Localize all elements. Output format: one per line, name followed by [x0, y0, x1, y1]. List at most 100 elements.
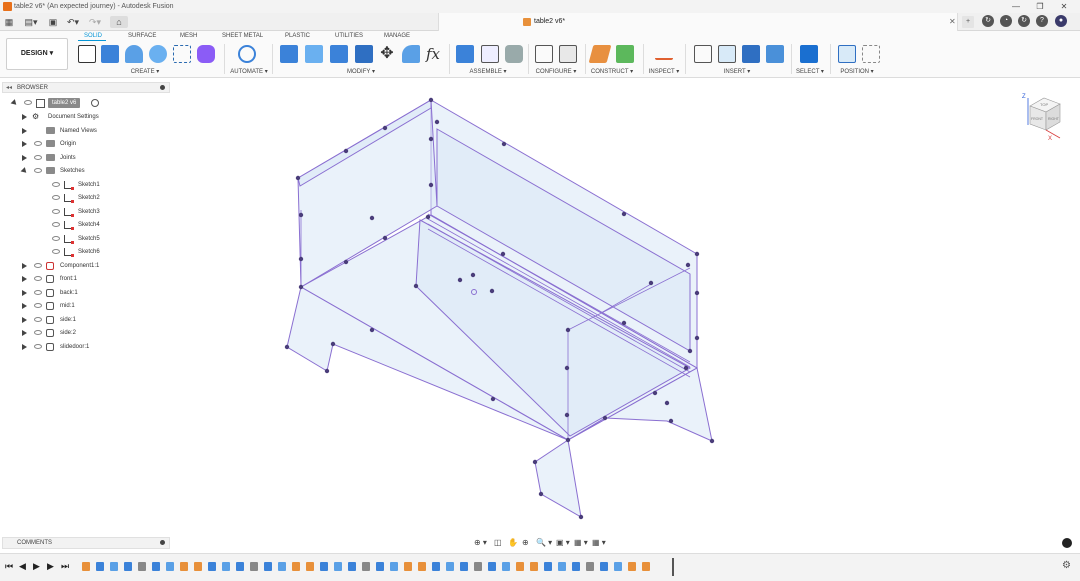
model-canvas[interactable] [0, 0, 1080, 581]
timeline-feature-icon[interactable] [544, 562, 552, 571]
timeline: ⏮ ◀ ▶ ▶ ⏭ ⚙ [0, 553, 1080, 581]
timeline-feature-icon[interactable] [460, 562, 468, 571]
chat-icon[interactable] [1062, 538, 1072, 548]
timeline-feature-icon[interactable] [138, 562, 146, 571]
timeline-feature-icon[interactable] [208, 562, 216, 571]
timeline-feature-icon[interactable] [292, 562, 300, 571]
vertex-point [565, 327, 571, 333]
vertex-point [425, 214, 431, 220]
vertex-point [621, 211, 627, 217]
vertex-point [694, 251, 700, 257]
vertex-point [664, 400, 670, 406]
comments-pin-icon[interactable] [160, 540, 165, 545]
timeline-feature-icon[interactable] [572, 562, 580, 571]
view-cube-front-label: FRONT [1031, 117, 1044, 121]
vertex-point [428, 136, 434, 142]
timeline-marker[interactable] [672, 558, 674, 576]
timeline-feature-icon[interactable] [642, 562, 650, 571]
table-model[interactable] [286, 99, 713, 518]
vertex-point [709, 438, 715, 444]
timeline-feature-icon[interactable] [390, 562, 398, 571]
x-axis-label: X [1048, 136, 1052, 140]
vertex-point [501, 141, 507, 147]
vertex-point [564, 412, 570, 418]
timeline-feature-icon[interactable] [446, 562, 454, 571]
timeline-feature-icon[interactable] [306, 562, 314, 571]
timeline-feature-icon[interactable] [502, 562, 510, 571]
timeline-feature-icon[interactable] [264, 562, 272, 571]
vertex-point [343, 148, 349, 154]
timeline-first-icon[interactable]: ⏮ [5, 561, 13, 572]
timeline-feature-icon[interactable] [362, 562, 370, 571]
viewports-icon[interactable]: ▦ ▾ [592, 537, 606, 549]
look-at-icon[interactable]: ◫ [494, 537, 502, 549]
view-cube[interactable]: TOP FRONT RIGHT Z X [1020, 92, 1068, 140]
timeline-feature-icon[interactable] [418, 562, 426, 571]
timeline-play-icon[interactable]: ▶ [33, 561, 40, 572]
timeline-feature-icon[interactable] [558, 562, 566, 571]
vertex-point [489, 288, 495, 294]
vertex-point [602, 415, 608, 421]
timeline-feature-icon[interactable] [320, 562, 328, 571]
timeline-feature-icon[interactable] [82, 562, 90, 571]
timeline-feature-icon[interactable] [110, 562, 118, 571]
timeline-feature-icon[interactable] [376, 562, 384, 571]
timeline-feature-icon[interactable] [152, 562, 160, 571]
vertex-point [538, 491, 544, 497]
z-axis-label: Z [1022, 94, 1026, 100]
timeline-settings-icon[interactable]: ⚙ [1062, 560, 1071, 571]
vertex-point [382, 125, 388, 131]
display-settings-icon[interactable]: ▣ ▾ [556, 537, 570, 549]
timeline-feature-icon[interactable] [530, 562, 538, 571]
timeline-feature-icon[interactable] [404, 562, 412, 571]
timeline-feature-icon[interactable] [348, 562, 356, 571]
timeline-feature-icon[interactable] [614, 562, 622, 571]
vertex-point [652, 390, 658, 396]
timeline-feature-icon[interactable] [166, 562, 174, 571]
navigation-bar: ⊕ ▾ ◫ ✋ ⊕ 🔍 ▾ ▣ ▾ ▦ ▾ ▦ ▾ [474, 537, 606, 549]
timeline-previous-icon[interactable]: ◀ [19, 561, 26, 572]
vertex-point [490, 396, 496, 402]
vertex-point [694, 290, 700, 296]
timeline-feature-icon[interactable] [96, 562, 104, 571]
timeline-feature-icon[interactable] [124, 562, 132, 571]
timeline-feature-icon[interactable] [488, 562, 496, 571]
vertex-point [413, 283, 419, 289]
vertex-point [382, 235, 388, 241]
timeline-feature-icon[interactable] [236, 562, 244, 571]
vertex-point [284, 344, 290, 350]
timeline-feature-icon[interactable] [222, 562, 230, 571]
vertex-point [369, 327, 375, 333]
timeline-feature-icon[interactable] [586, 562, 594, 571]
timeline-feature-icon[interactable] [180, 562, 188, 571]
vertex-point [685, 262, 691, 268]
timeline-feature-icon[interactable] [474, 562, 482, 571]
comments-panel[interactable]: COMMENTS [2, 537, 170, 549]
timeline-feature-icon[interactable] [334, 562, 342, 571]
vertex-point [564, 365, 570, 371]
vertex-point [565, 437, 571, 443]
vertex-point [457, 277, 463, 283]
fit-icon[interactable]: 🔍 ▾ [536, 537, 552, 549]
vertex-point [330, 341, 336, 347]
timeline-feature-icon[interactable] [278, 562, 286, 571]
vertex-point [578, 514, 584, 520]
timeline-feature-icon[interactable] [194, 562, 202, 571]
vertex-point [295, 175, 301, 181]
vertex-point [532, 459, 538, 465]
vertex-point [298, 212, 304, 218]
zoom-icon[interactable]: ⊕ [522, 537, 529, 549]
timeline-feature-icon[interactable] [628, 562, 636, 571]
orbit-icon[interactable]: ⊕ ▾ [474, 537, 487, 549]
grid-settings-icon[interactable]: ▦ ▾ [574, 537, 588, 549]
vertex-point [470, 272, 476, 278]
timeline-feature-icon[interactable] [516, 562, 524, 571]
timeline-feature-icon[interactable] [600, 562, 608, 571]
timeline-feature-icon[interactable] [432, 562, 440, 571]
timeline-next-icon[interactable]: ▶ [47, 561, 54, 572]
timeline-feature-icon[interactable] [250, 562, 258, 571]
timeline-last-icon[interactable]: ⏭ [61, 561, 69, 572]
vertex-point [648, 280, 654, 286]
vertex-point [298, 256, 304, 262]
pan-icon[interactable]: ✋ [508, 537, 518, 549]
